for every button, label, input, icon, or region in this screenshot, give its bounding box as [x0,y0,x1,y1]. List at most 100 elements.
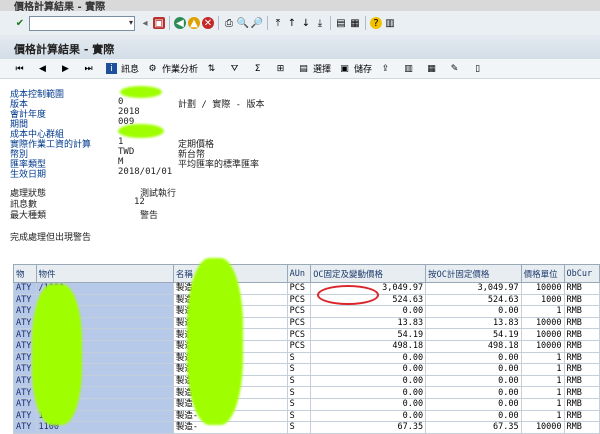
table-cell[interactable]: 0.00 [310,374,427,388]
table-cell[interactable]: S [286,421,312,434]
select-layout-button[interactable]: ▤ 選擇 [298,62,331,76]
table-cell[interactable]: 54.19 [310,328,427,341]
column-header[interactable]: AUn [286,264,312,283]
table-row[interactable]: ATY1110製造-S0.000.001RMB [13,363,600,376]
prev-button[interactable]: ◀ [37,63,52,74]
table-cell[interactable]: 1 [520,386,565,399]
enter-icon[interactable]: ✔ [14,17,26,29]
abc-button[interactable]: ▦ [426,63,441,74]
table-cell[interactable]: RMB [563,328,600,341]
table-cell[interactable]: S [286,374,312,388]
table-cell[interactable]: ATY [13,293,37,307]
table-row[interactable]: ATY/1013製造-PCS54.1954.1910000RMB [13,328,600,341]
table-cell[interactable]: 製造- [172,421,288,434]
table-cell[interactable]: 0.00 [425,351,522,365]
layout-icon[interactable]: ▥ [384,17,396,29]
save-layout-button[interactable]: ▣ 儲存 [339,62,372,76]
table-cell[interactable]: 54.19 [425,328,522,341]
table-cell[interactable]: S [286,397,312,411]
table-cell[interactable]: 0.00 [425,409,522,423]
table-cell[interactable]: RMB [563,305,600,318]
table-cell[interactable]: 0.00 [310,386,427,399]
table-cell[interactable]: RMB [563,339,600,353]
column-header[interactable]: ObCur [563,264,600,283]
table-row[interactable]: ATY 1100 製造- S 67.35 67.35 10000 RMB [13,421,600,434]
prev-page-icon[interactable]: ↑ [286,17,298,29]
table-cell[interactable]: PCS [286,305,312,318]
table-cell[interactable]: 0.00 [310,363,427,376]
table-cell[interactable]: 0.00 [310,409,427,423]
shortcut-icon[interactable]: ▦ [349,17,361,29]
table-row[interactable]: ATY/1014製造-PCS498.18498.1810000RMB [13,339,600,353]
table-row[interactable]: ATY/1010製造-PCS524.63524.631000RMB [13,293,600,307]
next-page-icon[interactable]: ↓ [300,17,312,29]
table-cell[interactable]: PCS [286,293,312,307]
table-row[interactable]: ATY1113製造-S0.000.001RMB [13,397,600,411]
table-cell[interactable]: RMB [563,421,600,434]
table-row[interactable]: ATY1111製造-S0.000.001RMB [13,374,600,388]
subtotal-button[interactable]: ⊞ [275,63,290,74]
last-button[interactable]: ⏭ [83,63,98,74]
table-cell[interactable]: ATY [13,282,37,295]
chevron-down-icon[interactable]: ▾ [129,18,133,27]
table-cell[interactable]: RMB [563,374,600,388]
table-row[interactable]: ATY1114製造-S0.000.001RMB [13,409,600,423]
table-cell[interactable]: RMB [563,282,600,295]
table-cell[interactable]: 1 [520,374,565,388]
column-header[interactable]: 物 [13,264,37,283]
table-cell[interactable]: RMB [563,351,600,365]
table-cell[interactable]: PCS [286,316,312,330]
table-cell[interactable]: ATY [13,305,37,318]
table-cell[interactable]: ATY [13,409,37,423]
table-cell[interactable]: 498.18 [310,339,427,353]
table-cell[interactable]: 0.00 [425,305,522,318]
table-cell[interactable]: RMB [563,409,600,423]
table-cell[interactable]: 0.00 [425,397,522,411]
table-cell[interactable]: 1 [520,363,565,376]
filter-button[interactable]: ⛛ [229,63,244,74]
edit-button[interactable]: ✎ [449,63,464,74]
help-icon[interactable]: ? [370,17,382,29]
analysis-button[interactable]: ⚙ 作業分析 [147,62,198,76]
back-icon[interactable]: ◀ [174,17,186,29]
table-cell[interactable]: 10000 [520,282,565,295]
first-button[interactable]: ⏮ [14,63,29,74]
table-row[interactable]: ATY1100製造-S0.000.001RMB [13,351,600,365]
find-icon[interactable]: 🔍 [237,17,249,29]
table-row[interactable]: ATY1112製造-S0.000.001RMB [13,386,600,399]
table-cell[interactable]: S [286,351,312,365]
table-cell[interactable]: ATY [13,397,37,411]
find-next-icon[interactable]: 🔎 [251,17,263,29]
print-icon[interactable]: ⎙ [223,17,235,29]
table-cell[interactable]: 67.35 [310,421,427,434]
table-cell[interactable]: 0.00 [310,351,427,365]
last-page-icon[interactable]: ⤓ [314,17,326,29]
table-cell[interactable]: 1 [520,305,565,318]
table-cell[interactable]: 10000 [520,316,565,330]
table-cell[interactable]: 10000 [520,339,565,353]
table-cell[interactable]: S [286,386,312,399]
table-cell[interactable]: RMB [563,293,600,307]
table-cell[interactable]: 0.00 [425,386,522,399]
sort-button[interactable]: ⇅ [206,63,221,74]
table-cell[interactable]: 1 [520,409,565,423]
doc-button[interactable]: ▯ [472,63,487,74]
table-cell[interactable]: ATY [13,421,37,434]
column-header[interactable]: 按OC計固定價格 [425,264,522,283]
column-header[interactable]: OC固定及變動價格 [310,264,427,283]
table-cell[interactable]: 0.00 [310,305,427,318]
table-cell[interactable]: 0.00 [310,397,427,411]
table-cell[interactable]: S [286,409,312,423]
column-header[interactable]: 物件 [35,264,174,283]
first-page-icon[interactable]: ⤒ [272,17,284,29]
table-cell[interactable]: 1 [520,397,565,411]
table-row[interactable]: ATY/1012製造-PCS13.8313.8310000RMB [13,316,600,330]
table-cell[interactable]: RMB [563,397,600,411]
exit-icon[interactable]: ▲ [188,17,200,29]
command-field[interactable]: ▾ [29,15,135,31]
table-cell[interactable]: S [286,363,312,376]
table-cell[interactable]: RMB [563,386,600,399]
new-session-icon[interactable]: ▤ [335,17,347,29]
back-arrow-icon[interactable]: ◂ [139,17,151,29]
column-header[interactable]: 價格單位 [520,264,565,283]
